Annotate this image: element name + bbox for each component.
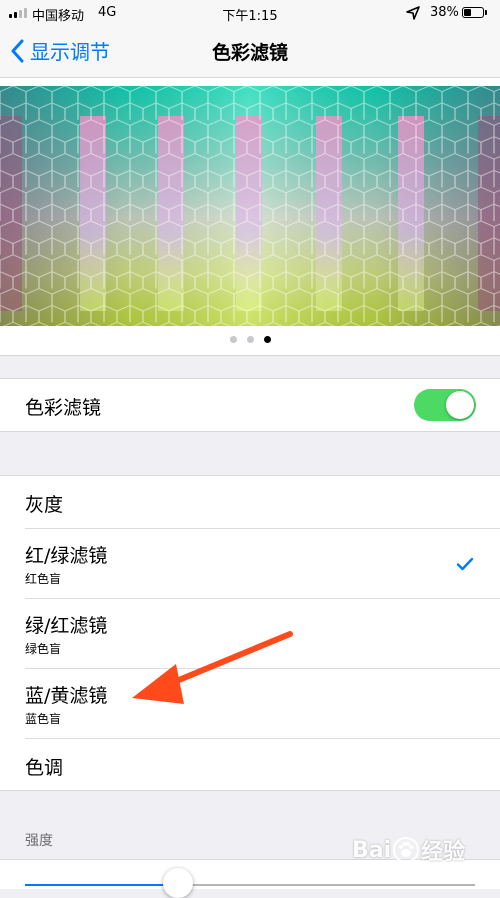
location-icon bbox=[406, 6, 420, 20]
filter-option-subtitle: 绿色盲 bbox=[25, 642, 62, 656]
battery-icon bbox=[462, 7, 484, 18]
intensity-slider-thumb[interactable] bbox=[163, 868, 193, 898]
status-time: 下午1:15 bbox=[222, 9, 278, 24]
filter-option-subtitle: 蓝色盲 bbox=[25, 712, 62, 726]
battery-percent: 38% bbox=[430, 5, 459, 20]
intensity-slider-track[interactable] bbox=[25, 884, 475, 886]
navigation-bar: 显示调节 色彩滤镜 bbox=[0, 26, 500, 78]
filter-options-list: 灰度 红/绿滤镜 红色盲 绿/红滤镜 绿色盲 蓝/黄滤镜 蓝色盲 色调 bbox=[0, 475, 500, 791]
color-filter-toggle-row[interactable]: 色彩滤镜 bbox=[0, 378, 500, 432]
intensity-section-header: 强度 bbox=[25, 833, 53, 849]
page-dot[interactable] bbox=[246, 336, 254, 343]
filter-option-title: 灰度 bbox=[25, 494, 64, 516]
page-dot[interactable] bbox=[263, 336, 271, 343]
checkmark-icon bbox=[456, 557, 474, 571]
filter-preview[interactable] bbox=[0, 78, 500, 356]
filter-option-green-red[interactable]: 绿/红滤镜 绿色盲 bbox=[0, 599, 500, 669]
filter-option-blue-yellow[interactable]: 蓝/黄滤镜 蓝色盲 bbox=[0, 669, 500, 739]
filter-option-title: 蓝/黄滤镜 bbox=[25, 685, 108, 707]
filter-option-title: 绿/红滤镜 bbox=[25, 615, 108, 637]
paw-icon bbox=[393, 837, 420, 863]
watermark-text-right: 经验 bbox=[421, 840, 466, 865]
baidu-jingyan-watermark: Bai 经验 bbox=[352, 834, 465, 866]
filter-option-title: 色调 bbox=[25, 757, 64, 779]
intensity-slider-fill bbox=[25, 884, 178, 886]
filter-option-title: 红/绿滤镜 bbox=[25, 545, 108, 567]
page-indicator[interactable] bbox=[0, 336, 500, 343]
filter-option-red-green[interactable]: 红/绿滤镜 红色盲 bbox=[0, 529, 500, 599]
color-filter-toggle-label: 色彩滤镜 bbox=[25, 397, 102, 419]
page-title: 色彩滤镜 bbox=[211, 42, 288, 64]
battery-tip bbox=[485, 10, 487, 15]
watermark-text-left: Bai bbox=[352, 837, 392, 863]
color-filter-switch[interactable] bbox=[414, 389, 476, 421]
filter-option-color-tint[interactable]: 色调 bbox=[0, 739, 500, 791]
page-dot[interactable] bbox=[229, 336, 237, 343]
filter-option-grayscale[interactable]: 灰度 bbox=[0, 476, 500, 529]
battery-fill bbox=[464, 9, 471, 16]
color-pencils-preview-image bbox=[0, 86, 500, 326]
switch-knob bbox=[446, 391, 474, 419]
status-bar: 中国移动 4G 下午1:15 38% bbox=[0, 0, 500, 26]
filter-option-subtitle: 红色盲 bbox=[25, 572, 62, 586]
